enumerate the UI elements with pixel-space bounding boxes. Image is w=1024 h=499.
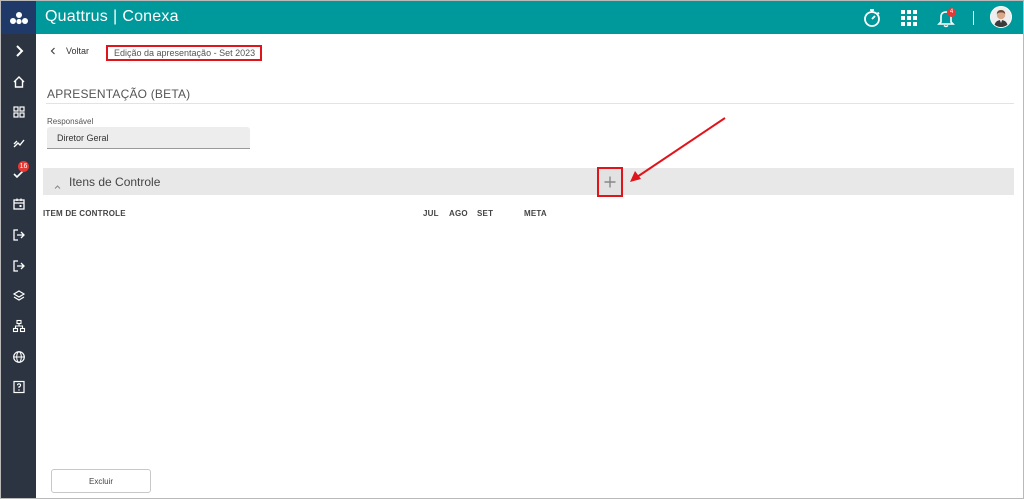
user-avatar[interactable] — [990, 6, 1012, 28]
responsavel-label: Responsável — [47, 117, 94, 126]
sidebar-item-home[interactable] — [1, 68, 36, 96]
stopwatch-icon — [864, 9, 880, 27]
chevron-right-icon — [15, 45, 23, 57]
dashboard-icon — [12, 106, 25, 118]
column-header-set: SET — [477, 209, 494, 218]
sidebar-item-calendar[interactable] — [1, 190, 36, 218]
app-logo[interactable] — [1, 1, 36, 34]
title-divider — [46, 103, 1014, 104]
plus-icon — [604, 176, 616, 188]
sidebar-item-layers[interactable] — [1, 282, 36, 310]
avatar-icon — [991, 7, 1011, 27]
apps-button[interactable] — [897, 6, 921, 30]
brand-name: Quattrus — [45, 8, 108, 25]
sidebar-item-globe[interactable] — [1, 343, 36, 371]
breadcrumb: Edição da apresentação - Set 2023 — [106, 45, 262, 61]
hierarchy-icon — [12, 319, 25, 333]
column-header-item: ITEM DE CONTROLE — [43, 209, 126, 218]
delete-button[interactable]: Excluir — [51, 469, 151, 493]
collapse-button[interactable] — [54, 177, 61, 195]
add-item-button[interactable] — [597, 167, 623, 197]
apps-grid-icon — [901, 10, 917, 26]
sidebar-item-help[interactable] — [1, 373, 36, 401]
column-header-jul: JUL — [423, 209, 439, 218]
layers-icon — [12, 290, 25, 301]
app-window: 16 Quattrus | Conexa 4 Voltar Edição da … — [0, 0, 1024, 499]
column-header-ago: AGO — [449, 209, 468, 218]
sidebar-expand[interactable] — [1, 37, 36, 65]
back-label: Voltar — [66, 46, 90, 56]
help-icon — [12, 380, 25, 394]
logo-icon — [9, 11, 28, 24]
brand-separator: | — [112, 8, 118, 25]
section-title: Itens de Controle — [69, 175, 161, 189]
login-icon — [12, 229, 25, 241]
sidebar-item-tasks[interactable]: 16 — [1, 159, 36, 187]
responsavel-field[interactable] — [47, 127, 250, 149]
sidebar-item-trend[interactable] — [1, 129, 36, 157]
sidebar-item-dashboard[interactable] — [1, 98, 36, 126]
itens-controle-section: Itens de Controle — [43, 167, 1014, 197]
top-bar: Quattrus | Conexa 4 — [36, 1, 1023, 34]
sidebar-item-logout[interactable] — [1, 252, 36, 280]
sidebar-item-hierarchy[interactable] — [1, 312, 36, 340]
topbar-divider — [973, 11, 974, 25]
page-title: APRESENTAÇÃO (BETA) — [47, 87, 191, 101]
annotation-arrow — [630, 117, 726, 182]
column-header-meta: META — [524, 209, 547, 218]
chevron-up-icon — [54, 185, 61, 189]
globe-icon — [12, 351, 25, 363]
chevron-left-icon — [50, 47, 55, 55]
stopwatch-button[interactable] — [860, 6, 884, 30]
notification-count-badge: 4 — [947, 8, 956, 17]
sidebar-item-login[interactable] — [1, 221, 36, 249]
calendar-icon — [12, 198, 25, 210]
sidebar: 16 — [1, 1, 36, 498]
tasks-badge: 16 — [18, 161, 29, 172]
product-name: Conexa — [122, 8, 179, 25]
home-icon — [13, 76, 24, 88]
trend-icon — [13, 139, 25, 148]
notifications-button[interactable]: 4 — [934, 6, 958, 30]
logout-icon — [12, 260, 25, 272]
back-link[interactable]: Voltar — [50, 46, 89, 56]
brand: Quattrus | Conexa — [45, 8, 179, 26]
